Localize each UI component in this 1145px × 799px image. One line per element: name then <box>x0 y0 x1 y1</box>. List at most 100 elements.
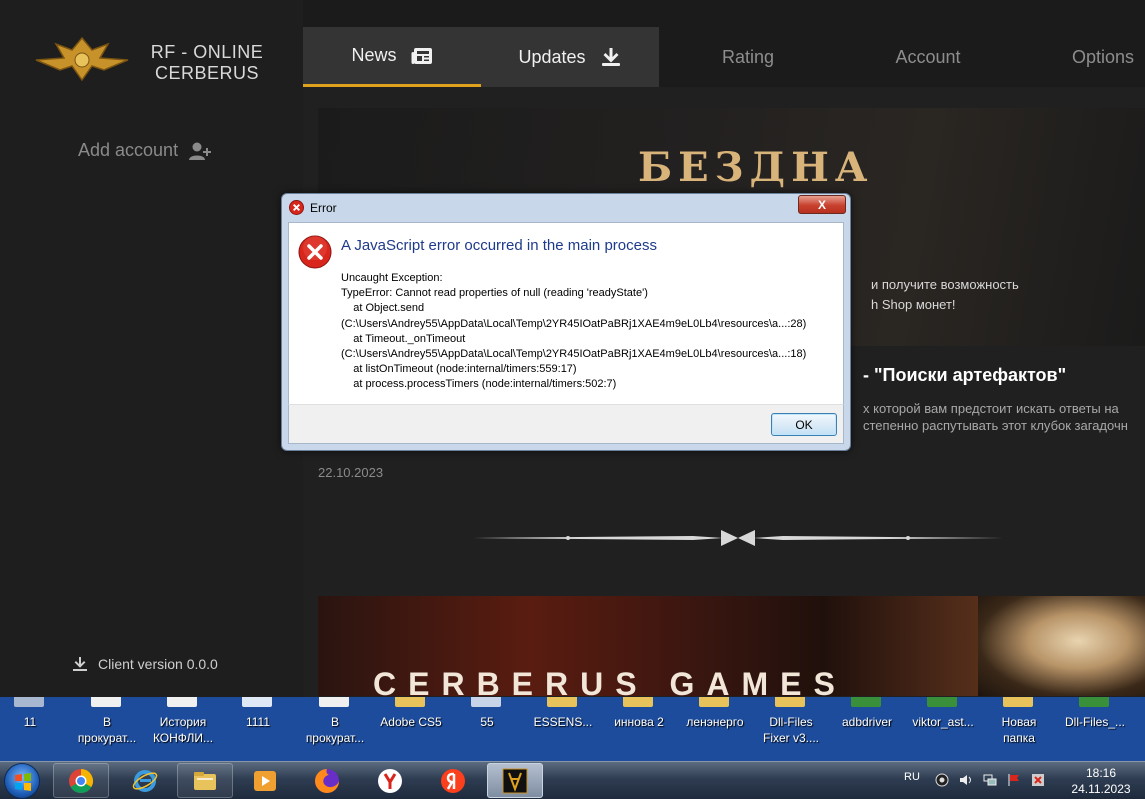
taskbar-button[interactable] <box>177 763 233 798</box>
desktop-icon[interactable]: 55 <box>449 697 525 761</box>
message-line: at process.processTimers (node:internal/… <box>341 378 617 391</box>
desktop-icon-image <box>242 697 272 707</box>
desktop-icon-label: Впрокурат... <box>297 714 373 746</box>
close-button[interactable]: X <box>798 195 846 214</box>
client-version: Client version 0.0.0 <box>72 656 218 672</box>
desktop-icon[interactable]: ESSENS... <box>525 697 601 761</box>
clock-date[interactable]: 24.11.2023 <box>1063 782 1139 796</box>
windows-logo-icon <box>15 773 31 791</box>
ok-button[interactable]: OK <box>771 413 837 436</box>
desktop-icon-label-line2: Fixer v3.... <box>762 731 819 745</box>
desktop-icon[interactable]: Впрокурат... <box>69 697 145 761</box>
desktop-icon-label-line1: ленэнерго <box>686 715 744 729</box>
tab-rating[interactable]: Rating <box>683 27 813 87</box>
desktop-icon[interactable]: Dll-Files Fixer v3.... <box>753 697 829 761</box>
desktop-icon[interactable]: Впрокурат... <box>297 697 373 761</box>
tab-options[interactable]: Options <box>1043 27 1145 87</box>
desktop-icon[interactable]: Новая папка <box>981 697 1057 761</box>
tab-news[interactable]: News <box>303 27 481 87</box>
news-text-line2: степенно распутывать этот клубок загадоч… <box>863 418 1128 433</box>
desktop-icon-label: Adobe CS5 <box>373 714 449 730</box>
desktop-icon-label-line1: Новая <box>1001 715 1037 729</box>
desktop-icon-image <box>927 697 957 707</box>
rf-online-launcher-icon <box>502 768 528 793</box>
message-line: TypeError: Cannot read properties of nul… <box>341 287 648 300</box>
desktop-icon-image <box>699 697 729 707</box>
download-icon <box>73 657 87 671</box>
desktop-icon-image <box>471 697 501 707</box>
client-version-label: Client version 0.0.0 <box>98 656 218 672</box>
desktop-icon-image <box>547 697 577 707</box>
screen: RF - ONLINE CERBERUS Add account Client … <box>0 0 1145 799</box>
desktop-icon-label-line1: Dll-Files_... <box>1064 715 1125 729</box>
news-banner2-image[interactable]: CERBERUS GAMES <box>318 596 1145 696</box>
logo-emblem-icon <box>35 36 129 82</box>
dialog-title: Error <box>310 201 337 215</box>
system-tray: RU 18:16 24.11.2023 <box>895 762 1145 799</box>
tab-news-label: News <box>351 45 397 65</box>
logo-text-line1: RF - ONLINE <box>150 42 264 62</box>
tab-rating-label: Rating <box>721 46 775 67</box>
chrome-icon <box>69 768 94 793</box>
desktop-icon-label-line1: ESSENS... <box>533 715 593 729</box>
action-center-icon[interactable] <box>1031 773 1045 787</box>
tab-updates[interactable]: Updates <box>481 27 659 87</box>
desktop-icon[interactable]: История КОНФЛИ... <box>145 697 221 761</box>
desktop-icon[interactable]: Dll-Files_... <box>1057 697 1133 761</box>
language-indicator[interactable]: RU <box>904 771 920 783</box>
taskbar-button[interactable] <box>53 763 109 798</box>
news-date: 22.10.2023 <box>318 465 384 480</box>
news-title[interactable]: - "Поиски артефактов" <box>863 365 1066 386</box>
network-icon[interactable] <box>983 773 997 787</box>
taskbar-button[interactable] <box>237 763 293 798</box>
volume-icon[interactable] <box>959 773 973 787</box>
message-line: at listOnTimeout (node:internal/timers:5… <box>341 363 577 376</box>
logo-text-line2: CERBERUS <box>154 63 260 83</box>
desktop-icon[interactable]: 1111 <box>220 697 296 761</box>
desktop-icon[interactable]: adbdriver <box>829 697 905 761</box>
desktop-icon-label-line1: В <box>102 715 111 729</box>
tray-app-icon[interactable] <box>935 773 949 787</box>
media-player-icon <box>254 770 276 791</box>
desktop-icon-label-line1: История <box>159 715 207 729</box>
dialog-heading: A JavaScript error occurred in the main … <box>341 237 657 254</box>
yandex-icon <box>441 768 465 793</box>
tab-options-label: Options <box>1071 46 1135 67</box>
logo-text: RF - ONLINE CERBERUS <box>142 42 272 84</box>
desktop-icon-label: ESSENS... <box>525 714 601 730</box>
desktop-icon[interactable]: иннова 2 <box>601 697 677 761</box>
tray-flag-icon[interactable] <box>1007 773 1021 787</box>
desktop-icon-image <box>319 697 349 707</box>
desktop-icon-label: viktor_ast... <box>905 714 981 730</box>
ornament-divider <box>473 530 1003 546</box>
taskbar-button[interactable] <box>425 763 481 798</box>
taskbar-button[interactable] <box>117 763 173 798</box>
desktop-icon-label: История КОНФЛИ... <box>145 714 221 746</box>
desktop-icon-label: 11 <box>0 714 68 730</box>
desktop-icon-label-line2: прокурат... <box>305 731 365 745</box>
character-art <box>978 596 1145 696</box>
desktop-icon-label: ленэнерго <box>677 714 753 730</box>
message-line: (C:\Users\Andrey55\AppData\Local\Temp\2Y… <box>341 317 807 330</box>
desktop-icon-label: иннова 2 <box>601 714 677 730</box>
start-button[interactable] <box>4 763 40 799</box>
add-user-icon <box>189 142 212 160</box>
desktop-icon-label: Впрокурат... <box>69 714 145 746</box>
taskbar-button[interactable] <box>487 763 543 798</box>
error-dialog: Error X A JavaScript error occurred in t… <box>281 193 851 451</box>
desktop-icon[interactable]: Adobe CS5 <box>373 697 449 761</box>
desktop-icon-image <box>91 697 121 707</box>
taskbar-button[interactable] <box>299 763 355 798</box>
add-account-button[interactable]: Add account <box>78 140 212 161</box>
clock-time[interactable]: 18:16 <box>1071 766 1131 780</box>
desktop-icon-label-line1: adbdriver <box>841 715 893 729</box>
desktop-icon[interactable]: ленэнерго <box>677 697 753 761</box>
desktop-icon[interactable]: viktor_ast... <box>905 697 981 761</box>
dialog-titlebar[interactable]: Error X <box>282 194 850 220</box>
tab-account-label: Account <box>895 46 961 67</box>
desktop-icon-label: adbdriver <box>829 714 905 730</box>
error-message: Uncaught Exception: TypeError: Cannot re… <box>341 271 806 393</box>
desktop-icon[interactable]: 11 <box>0 697 68 761</box>
tab-account[interactable]: Account <box>863 27 993 87</box>
taskbar-button[interactable] <box>362 763 418 798</box>
